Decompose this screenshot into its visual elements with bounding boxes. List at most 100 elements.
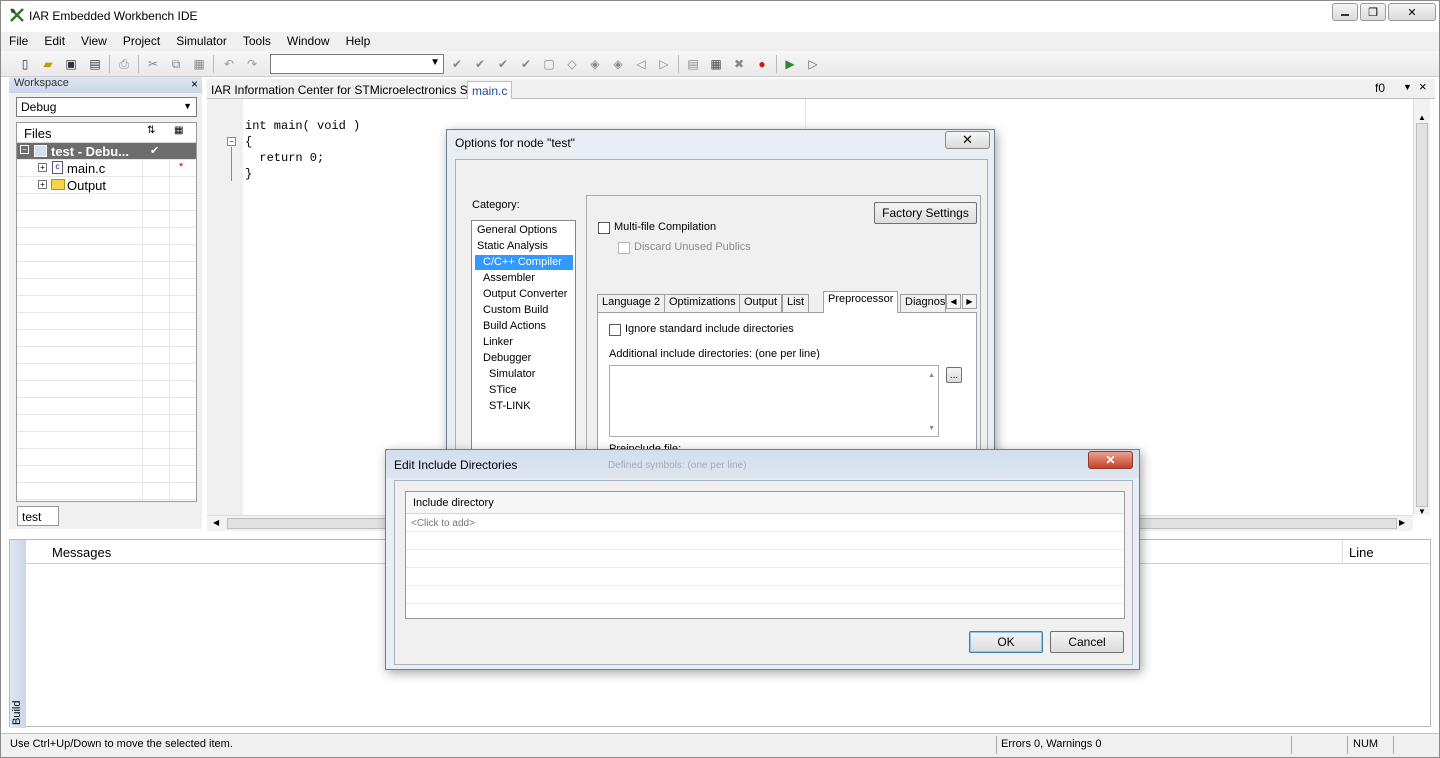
collapse-icon[interactable]: − <box>20 145 29 154</box>
navigate-back-icon[interactable]: ◁ <box>632 55 650 73</box>
tree-item-project[interactable]: − test - Debu... ✔ <box>17 143 196 160</box>
copy-icon[interactable]: ⧉ <box>167 55 185 73</box>
paste-icon[interactable]: ▦ <box>190 55 208 73</box>
menu-help[interactable]: Help <box>338 32 379 51</box>
include-add-row[interactable]: <Click to add> <box>406 514 1124 532</box>
expand-icon[interactable]: + <box>38 163 47 172</box>
function-indicator[interactable]: f0 <box>1375 81 1385 95</box>
menu-simulator[interactable]: Simulator <box>168 32 235 51</box>
find-next-icon[interactable]: ✔ <box>448 55 466 73</box>
close-window-button[interactable]: ✕ <box>1388 3 1436 21</box>
category-c-cpp-compiler[interactable]: C/C++ Compiler <box>475 255 573 270</box>
cut-icon[interactable]: ✂ <box>144 55 162 73</box>
tab-language-2[interactable]: Language 2 <box>597 294 666 312</box>
fold-line <box>231 147 232 181</box>
open-folder-icon[interactable]: ▰ <box>39 55 57 73</box>
find-combo[interactable]: ▼ <box>270 54 444 74</box>
tab-preprocessor[interactable]: Preprocessor <box>823 291 899 313</box>
minimize-button[interactable] <box>1332 3 1358 21</box>
factory-settings-button[interactable]: Factory Settings <box>874 202 977 224</box>
menu-edit[interactable]: Edit <box>36 32 73 51</box>
tab-optimizations[interactable]: Optimizations <box>664 294 741 312</box>
scroll-up-icon[interactable]: ▲ <box>1418 113 1426 122</box>
breakpoint-icon[interactable]: ● <box>753 55 771 73</box>
redo-icon[interactable]: ↷ <box>243 55 261 73</box>
category-debugger[interactable]: Debugger <box>475 351 533 366</box>
tab-information-center[interactable]: IAR Information Center for STMicroelectr… <box>207 81 496 99</box>
restore-button[interactable]: ❐ <box>1360 3 1386 21</box>
tab-list[interactable]: List <box>782 294 810 312</box>
stop-build-icon[interactable]: ✖ <box>730 55 748 73</box>
navigate-forward-icon[interactable]: ▷ <box>655 55 673 73</box>
edit-include-directories-dialog: Defined symbols: (one per line) Edit Inc… <box>385 449 1140 670</box>
undo-icon[interactable]: ↶ <box>220 55 238 73</box>
category-stice[interactable]: STice <box>475 383 519 398</box>
close-icon: ✕ <box>1407 6 1417 19</box>
print-icon[interactable]: ⎙ <box>115 55 133 73</box>
debug-without-download-icon[interactable]: ▷ <box>804 55 822 73</box>
scroll-down-icon[interactable]: ▼ <box>1418 507 1426 516</box>
expand-icon[interactable]: + <box>38 180 47 189</box>
compile-icon[interactable]: ▤ <box>684 55 702 73</box>
goto-icon[interactable]: ▢ <box>540 55 558 73</box>
code-line: { <box>245 135 253 149</box>
replace-icon[interactable]: ✔ <box>517 55 535 73</box>
chevron-down-icon[interactable]: ▼ <box>1403 82 1412 92</box>
options-close-button[interactable]: ✕ <box>945 131 990 149</box>
ignore-std-checkbox[interactable] <box>609 324 621 336</box>
make-icon[interactable]: ▦ <box>707 55 725 73</box>
options-icon[interactable]: ▦ <box>174 125 183 136</box>
include-close-button[interactable]: ✕ <box>1088 451 1133 469</box>
scroll-up-icon[interactable]: ▲ <box>928 372 935 379</box>
configuration-select[interactable]: Debug ▼ <box>16 97 197 117</box>
save-all-icon[interactable]: ▤ <box>86 55 104 73</box>
category-st-link[interactable]: ST-LINK <box>475 399 533 414</box>
prev-bookmark-icon[interactable]: ◈ <box>586 55 604 73</box>
tab-scroll-left-icon[interactable]: ◀ <box>946 294 961 309</box>
new-file-icon[interactable]: ▯ <box>16 55 34 73</box>
editor-vertical-scrollbar[interactable]: ▲ ▼ <box>1413 99 1430 516</box>
fold-icon[interactable]: − <box>227 137 236 146</box>
category-custom-build[interactable]: Custom Build <box>475 303 550 318</box>
find-icon[interactable]: ✔ <box>494 55 512 73</box>
menu-tools[interactable]: Tools <box>235 32 279 51</box>
menu-view[interactable]: View <box>73 32 115 51</box>
multi-file-checkbox[interactable] <box>598 222 610 234</box>
next-bookmark-icon[interactable]: ◈ <box>609 55 627 73</box>
close-icon[interactable]: × <box>1419 79 1427 94</box>
cancel-button[interactable]: Cancel <box>1050 631 1124 653</box>
menu-window[interactable]: Window <box>279 32 338 51</box>
category-static-analysis[interactable]: Static Analysis <box>475 239 550 254</box>
scrollbar-thumb[interactable] <box>1416 123 1428 507</box>
ok-button[interactable]: OK <box>969 631 1043 653</box>
tree-item-output[interactable]: + Output <box>17 177 196 194</box>
build-side-tab[interactable]: Build <box>10 540 26 728</box>
category-simulator[interactable]: Simulator <box>475 367 537 382</box>
bookmark-icon[interactable]: ◇ <box>563 55 581 73</box>
menu-project[interactable]: Project <box>115 32 168 51</box>
discard-unused-checkbox[interactable] <box>618 242 630 254</box>
category-general-options[interactable]: General Options <box>475 223 559 238</box>
tab-main-c[interactable]: main.c <box>467 81 513 99</box>
tab-scroll-right-icon[interactable]: ▶ <box>962 294 977 309</box>
additional-include-textarea[interactable]: ▲ ▼ <box>609 365 939 437</box>
tab-output[interactable]: Output <box>739 294 783 312</box>
category-build-actions[interactable]: Build Actions <box>475 319 548 334</box>
tab-diagnostics[interactable]: Diagnost <box>900 294 946 312</box>
browse-include-button[interactable]: ... <box>946 367 962 383</box>
download-debug-icon[interactable]: ▶ <box>781 55 799 73</box>
find-prev-icon[interactable]: ✔ <box>471 55 489 73</box>
scroll-down-icon[interactable]: ▼ <box>928 425 935 432</box>
menu-file[interactable]: File <box>1 32 36 51</box>
close-icon[interactable]: × <box>191 77 198 91</box>
sort-icon[interactable]: ⇅ <box>147 125 155 136</box>
category-linker[interactable]: Linker <box>475 335 515 350</box>
scroll-right-icon[interactable]: ▶ <box>1399 518 1405 527</box>
tree-item-main-c[interactable]: + c main.c * <box>17 160 196 177</box>
workspace-tab-test[interactable]: test <box>17 506 59 526</box>
save-icon[interactable]: ▣ <box>62 55 80 73</box>
category-assembler[interactable]: Assembler <box>475 271 537 286</box>
scroll-left-icon[interactable]: ◀ <box>213 518 219 527</box>
include-dialog-body: Include directory <Click to add> OK Canc… <box>394 480 1133 665</box>
category-output-converter[interactable]: Output Converter <box>475 287 569 302</box>
